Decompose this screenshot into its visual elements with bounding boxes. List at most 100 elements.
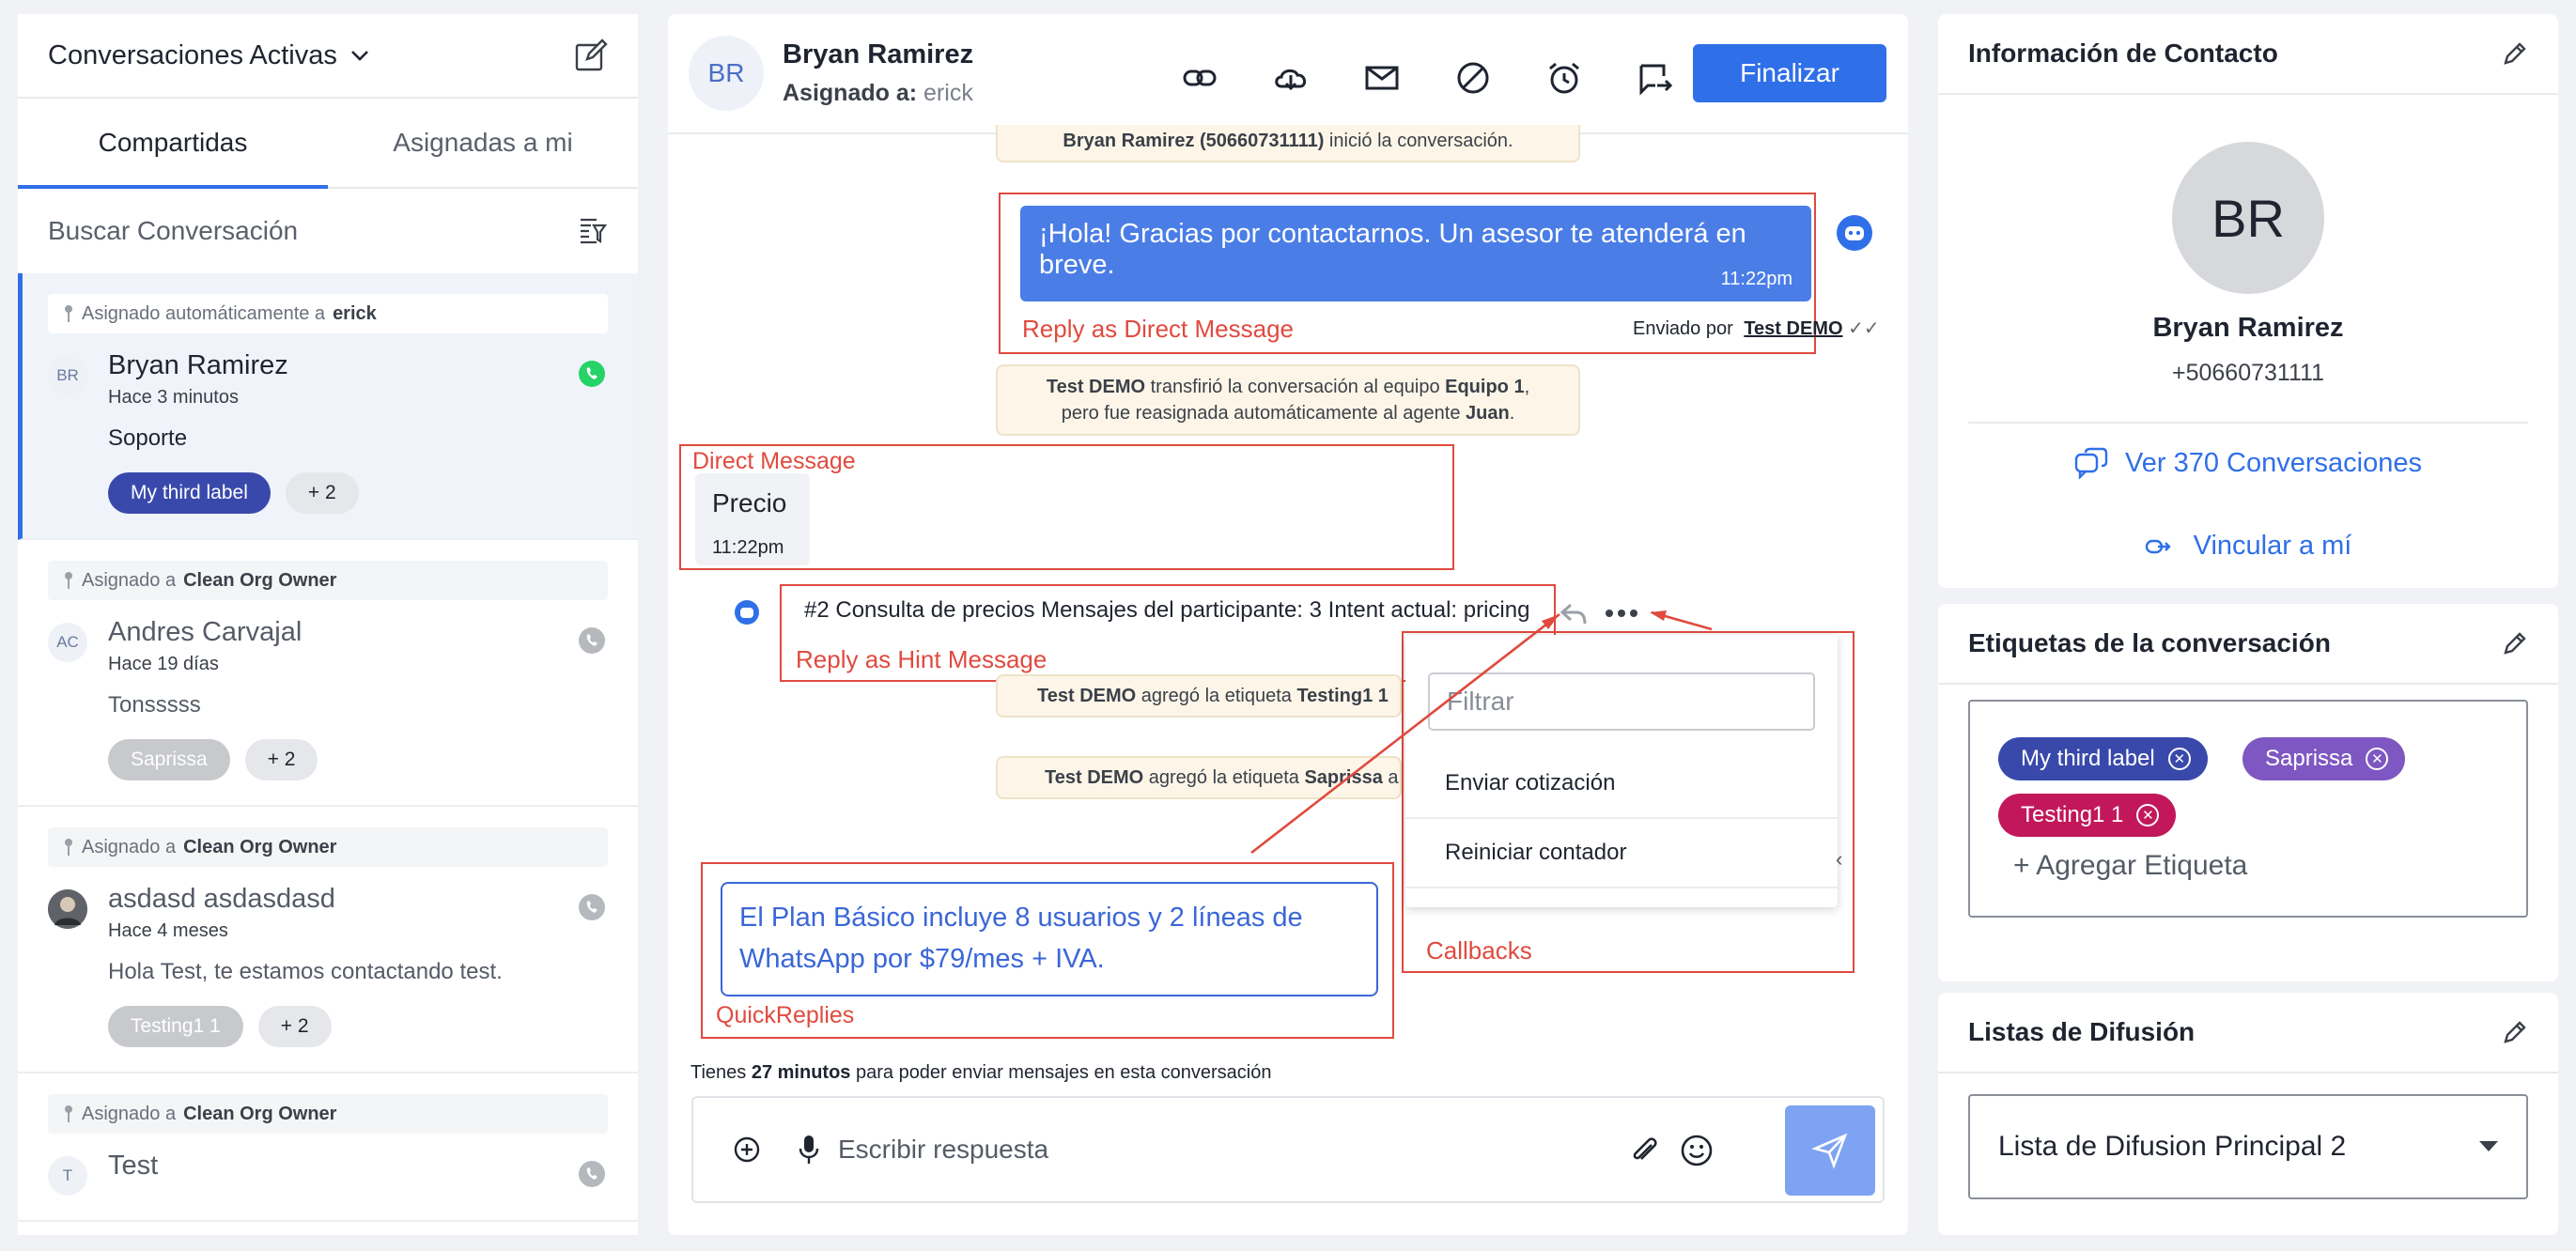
edit-pencil-icon[interactable] xyxy=(2502,630,2528,656)
whatsapp-icon xyxy=(579,894,605,920)
chat-assignment: Asignado a: erick xyxy=(783,80,973,107)
system-message-agent: Juan xyxy=(1466,403,1510,424)
bot-icon xyxy=(735,600,759,625)
assignment-prefix: Asignado a xyxy=(82,836,177,857)
pin-icon xyxy=(65,1105,72,1122)
conversation-filter-dropdown[interactable]: Conversaciones Activas xyxy=(48,40,369,71)
assignment-info: Asignado a Clean Org Owner xyxy=(48,561,608,600)
remove-tag-icon[interactable]: ✕ xyxy=(2366,748,2389,770)
search-input[interactable]: Buscar Conversación xyxy=(48,216,298,246)
double-check-icon: ✓✓ xyxy=(1848,318,1880,339)
conversation-item[interactable]: Asignado automáticamente a erick BR Brya… xyxy=(18,273,638,540)
remove-tag-icon[interactable]: ✕ xyxy=(2167,748,2191,770)
chevron-left-icon[interactable]: ‹ xyxy=(1836,847,1842,872)
tags-box: My third label ✕ Saprissa ✕ Testing1 1 ✕ + … xyxy=(1968,700,2528,918)
conversation-time: Hace 3 minutos xyxy=(108,387,239,408)
assignment-prefix: Asignado automáticamente a xyxy=(82,302,326,324)
mail-icon[interactable] xyxy=(1358,54,1406,102)
contact-name: Test xyxy=(108,1151,159,1181)
transfer-chat-icon[interactable] xyxy=(1631,54,1680,102)
whatsapp-icon xyxy=(579,627,605,654)
message-text: Precio xyxy=(712,488,787,517)
block-icon[interactable] xyxy=(1449,54,1497,102)
remove-tag-icon[interactable]: ✕ xyxy=(2136,804,2160,826)
compose-icon[interactable] xyxy=(574,39,608,72)
edit-pencil-icon[interactable] xyxy=(2502,1019,2528,1045)
system-message-actor: Test DEMO xyxy=(1046,377,1146,397)
more-labels-chip[interactable]: + 2 xyxy=(244,739,318,780)
chevron-down-icon xyxy=(350,51,368,61)
tab-shared[interactable]: Compartidas xyxy=(18,99,328,189)
annotation-quick-replies: QuickReplies xyxy=(716,1002,855,1028)
label-chip: Testing1 1 xyxy=(108,1006,243,1047)
more-labels-chip[interactable]: + 2 xyxy=(257,1006,332,1047)
system-message-text: inició la conversación. xyxy=(1324,131,1513,151)
tag-chip: My third label ✕ xyxy=(1998,737,2208,780)
sent-by: Enviado por Test DEMO ✓✓ xyxy=(1633,317,1880,340)
system-message-text: pero fue reasignada automáticamente al a… xyxy=(1061,403,1466,424)
alarm-clock-icon[interactable] xyxy=(1540,54,1589,102)
timer-value: 27 minutos xyxy=(751,1062,851,1083)
system-message-actor: Test DEMO xyxy=(1037,686,1137,706)
tag-label: Testing1 1 xyxy=(2021,802,2124,827)
broadcast-list-value: Lista de Difusion Principal 2 xyxy=(1998,1131,2347,1162)
link-me-label: Vincular a mí xyxy=(2193,531,2352,561)
chat-bubbles-icon xyxy=(2074,447,2108,479)
label-chip: Saprissa xyxy=(108,739,230,780)
view-conversations-link[interactable]: Ver 370 Conversaciones xyxy=(1938,447,2558,479)
tag-label: Saprissa xyxy=(2265,746,2353,771)
lists-title: Listas de Difusión xyxy=(1968,1017,2196,1046)
contact-avatar: BR xyxy=(2172,142,2324,294)
cloud-download-icon[interactable] xyxy=(1266,54,1315,102)
tag-chip: Saprissa ✕ xyxy=(2242,737,2406,780)
more-labels-chip[interactable]: + 2 xyxy=(285,472,359,514)
microphone-icon[interactable] xyxy=(799,1134,819,1166)
conversation-preview: Hola Test, te estamos contactando test. xyxy=(108,959,503,984)
quick-reply[interactable]: El Plan Básico incluye 8 usuarios y 2 lí… xyxy=(721,882,1378,996)
conversation-time: Hace 19 días xyxy=(108,654,219,674)
conversation-item[interactable]: Asignado a Clean Org Owner T Test xyxy=(18,1073,638,1222)
system-message: Test DEMO transfirió la conversación al … xyxy=(996,364,1580,436)
finish-button[interactable]: Finalizar xyxy=(1693,44,1886,102)
add-tag-button[interactable]: + Agregar Etiqueta xyxy=(2013,850,2247,882)
send-icon xyxy=(1811,1133,1848,1169)
avatar: T xyxy=(48,1156,87,1196)
assignment-info: Asignado a Clean Org Owner xyxy=(48,1094,608,1134)
message-composer: Escribir respuesta xyxy=(691,1096,1885,1203)
contact-name: Andres Carvajal xyxy=(108,617,303,647)
incoming-message: Precio 11:22pm xyxy=(695,473,810,565)
message-input[interactable]: Escribir respuesta xyxy=(838,1135,1048,1165)
tab-assigned-to-me[interactable]: Asignadas a mi xyxy=(328,99,638,187)
add-circle-icon[interactable] xyxy=(733,1135,761,1164)
conversation-filter-label: Conversaciones Activas xyxy=(48,39,337,70)
conversation-item[interactable]: Asignado a Clean Org Owner asdasd asdasd… xyxy=(18,807,638,1073)
assignment-prefix: Asignado a xyxy=(82,1103,177,1124)
assignee-name: Clean Org Owner xyxy=(183,569,337,591)
avatar: AC xyxy=(48,623,87,662)
user-photo-icon xyxy=(48,889,87,929)
edit-pencil-icon[interactable] xyxy=(2502,40,2528,67)
label-chip: My third label xyxy=(108,472,271,514)
conversation-item[interactable]: Asignado a Clean Org Owner AC Andres Car… xyxy=(18,540,638,807)
response-timer: Tienes 27 minutos para poder enviar mens… xyxy=(691,1062,1271,1084)
whatsapp-icon xyxy=(579,361,605,387)
system-message-actor: Test DEMO xyxy=(1045,767,1144,788)
conversation-preview: Tonsssss xyxy=(108,692,201,718)
emoji-icon[interactable] xyxy=(1680,1134,1714,1167)
avatar: BR xyxy=(689,36,764,111)
avatar-photo xyxy=(48,889,87,929)
timer-text: Tienes xyxy=(691,1062,752,1083)
tags-title: Etiquetas de la conversación xyxy=(1968,628,2331,657)
pin-icon xyxy=(65,839,72,856)
send-button[interactable] xyxy=(1785,1105,1875,1196)
annotation-reply-hint: Reply as Hint Message xyxy=(796,645,1047,673)
link-me-link[interactable]: Vincular a mí xyxy=(1938,531,2558,562)
paperclip-icon[interactable] xyxy=(1627,1134,1661,1167)
contact-name: Bryan Ramirez xyxy=(108,350,288,380)
annotation-callbacks: Callbacks xyxy=(1426,936,1532,965)
link-icon[interactable] xyxy=(1175,54,1224,102)
assigned-agent: erick xyxy=(923,80,973,106)
search-conversation[interactable]: Buscar Conversación xyxy=(18,189,638,273)
filter-list-icon[interactable] xyxy=(578,216,608,246)
broadcast-list-select[interactable]: Lista de Difusion Principal 2 xyxy=(1968,1094,2528,1199)
